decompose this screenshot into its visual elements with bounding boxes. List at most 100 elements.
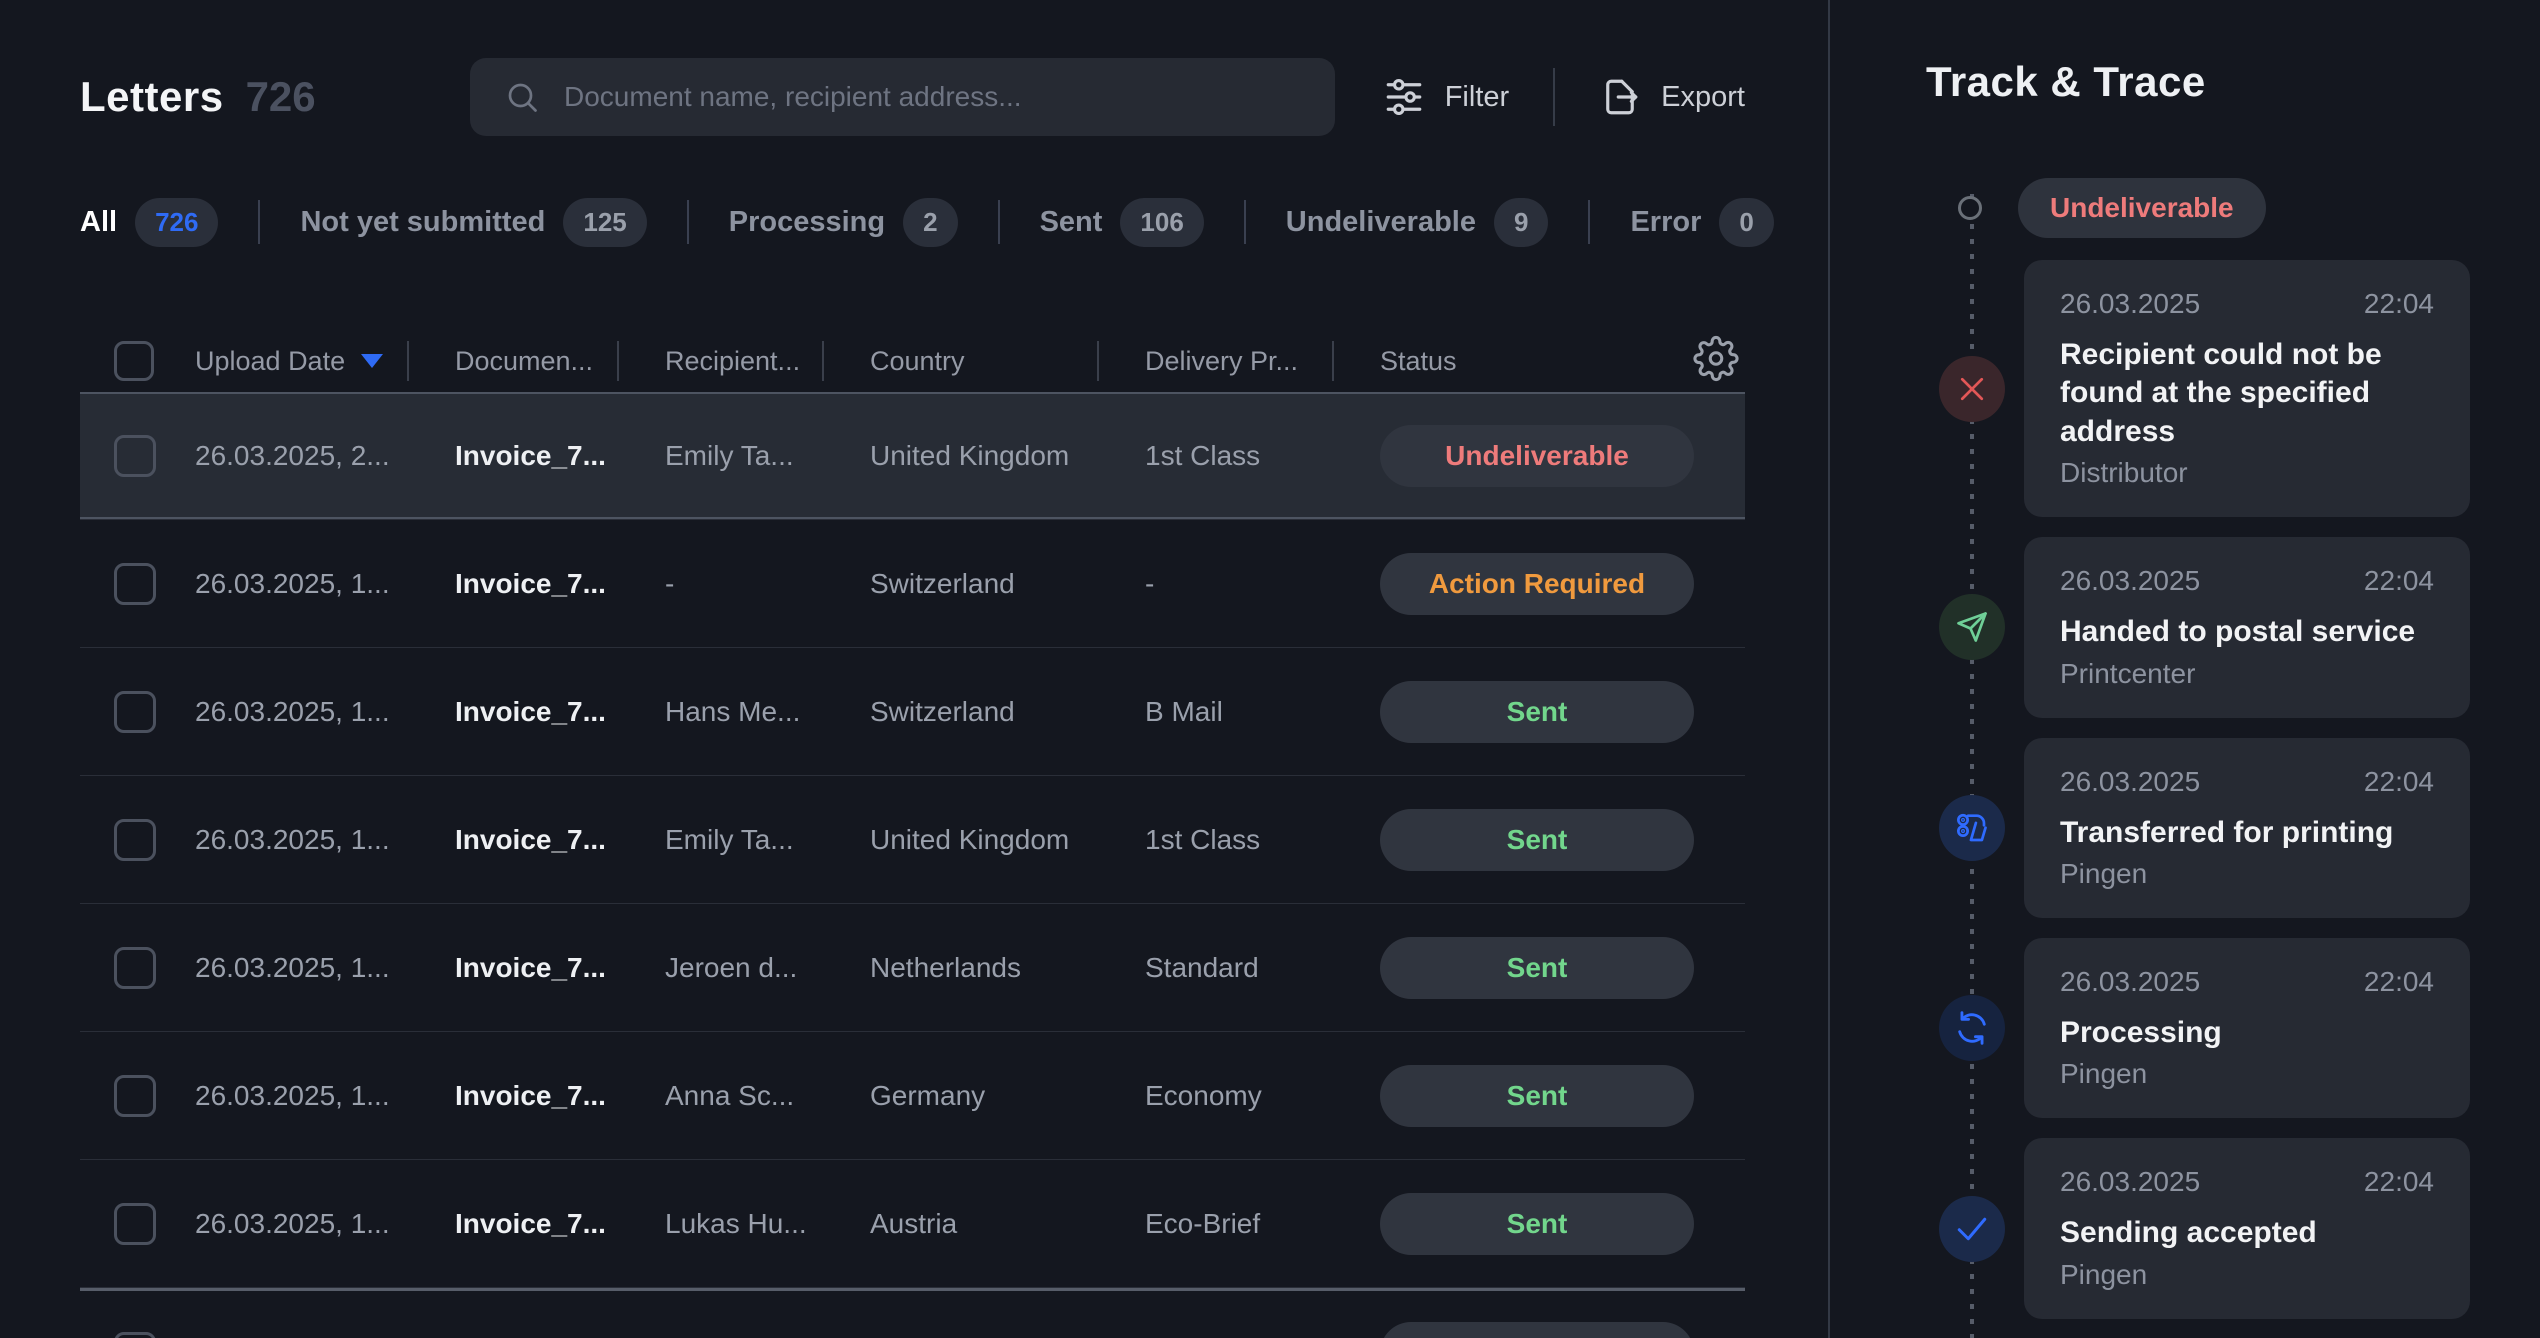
table-row[interactable] <box>80 1288 1745 1338</box>
column-header-documen[interactable]: Documen... <box>455 346 665 377</box>
row-checkbox-cell <box>80 1332 195 1338</box>
table-row[interactable]: 26.03.2025, 1...Invoice_7...-Switzerland… <box>80 520 1745 648</box>
tab-count-badge: 0 <box>1719 198 1773 247</box>
event-date-row: 26.03.202522:04 <box>2060 966 2434 998</box>
cell-delivery-product: - <box>1145 568 1380 600</box>
event-date: 26.03.2025 <box>2060 1166 2200 1198</box>
timeline-event: 26.03.202522:04ProcessingPingen <box>1926 938 2470 1118</box>
cell-status: Sent <box>1380 681 1745 743</box>
event-title: Processing <box>2060 1014 2434 1052</box>
tab-count-badge: 106 <box>1120 198 1203 247</box>
row-checkbox[interactable] <box>114 1203 156 1245</box>
column-header-upload-date[interactable]: Upload Date <box>195 346 455 377</box>
row-checkbox-cell <box>80 563 195 605</box>
column-header-delivery-pr[interactable]: Delivery Pr... <box>1145 346 1380 377</box>
timeline-event: 26.03.202522:04Sending acceptedPingen <box>1926 1138 2470 1318</box>
table-body: 26.03.2025, 2...Invoice_7...Emily Ta...U… <box>80 392 1745 1338</box>
tab-not-yet-submitted[interactable]: Not yet submitted125 <box>300 198 646 247</box>
row-checkbox-cell <box>80 1075 195 1117</box>
column-header-country[interactable]: Country <box>870 346 1145 377</box>
cell-delivery-product: Economy <box>1145 1080 1380 1112</box>
table-settings-button[interactable] <box>1693 336 1739 387</box>
table-row[interactable]: 26.03.2025, 1...Invoice_7...Emily Ta...U… <box>80 776 1745 904</box>
row-checkbox[interactable] <box>114 563 156 605</box>
status-badge: Sent <box>1380 937 1694 999</box>
cell-recipient: Lukas Hu... <box>665 1208 870 1240</box>
sync-icon <box>1939 995 2005 1061</box>
tab-all[interactable]: All 726 <box>80 198 218 247</box>
paper-plane-icon <box>1939 594 2005 660</box>
cell-document: Invoice_7... <box>455 568 665 600</box>
timeline-events: 26.03.202522:04Recipient could not be fo… <box>1926 260 2470 1338</box>
cell-country: United Kingdom <box>870 824 1145 856</box>
table-row[interactable]: 26.03.2025, 1...Invoice_7...Lukas Hu...A… <box>80 1160 1745 1288</box>
event-time: 22:04 <box>2364 565 2434 597</box>
cell-delivery-product: 1st Class <box>1145 440 1380 472</box>
cell-document: Invoice_7... <box>455 440 665 472</box>
row-checkbox[interactable] <box>114 947 156 989</box>
event-source: Distributor <box>2060 457 2434 489</box>
event-source: Pingen <box>2060 1259 2434 1291</box>
row-checkbox-cell <box>80 819 195 861</box>
event-title: Handed to postal service <box>2060 613 2434 651</box>
tracking-status-badge: Undeliverable <box>2018 178 2266 238</box>
export-button-label: Export <box>1661 81 1745 114</box>
filter-button-label: Filter <box>1445 81 1509 114</box>
timeline-event: 26.03.202522:04Transferred for printingP… <box>1926 738 2470 918</box>
column-header-label: Documen... <box>455 346 593 377</box>
tab-separator <box>687 200 689 244</box>
page-title-wrap: Letters 726 <box>80 73 470 121</box>
tab-sent[interactable]: Sent 106 <box>1040 198 1204 247</box>
page-title-count: 726 <box>246 73 316 121</box>
column-header-recipient[interactable]: Recipient... <box>665 346 870 377</box>
row-checkbox[interactable] <box>114 435 156 477</box>
cell-upload-date: 26.03.2025, 1... <box>195 952 455 984</box>
sort-descending-icon <box>361 354 383 368</box>
table-row[interactable]: 26.03.2025, 1...Invoice_7...Anna Sc...Ge… <box>80 1032 1745 1160</box>
table-row[interactable]: 26.03.2025, 1...Invoice_7...Jeroen d...N… <box>80 904 1745 1032</box>
search-bar[interactable] <box>470 58 1335 136</box>
timeline-event: 26.03.202522:04Handed to postal serviceP… <box>1926 537 2470 717</box>
tab-label: Sent <box>1040 206 1103 239</box>
tab-separator <box>1588 200 1590 244</box>
event-date-row: 26.03.202522:04 <box>2060 766 2434 798</box>
tab-label: Processing <box>729 206 885 239</box>
row-checkbox[interactable] <box>114 1332 156 1338</box>
filter-button[interactable]: Filter <box>1383 76 1509 118</box>
cell-status <box>1380 1322 1745 1338</box>
status-badge <box>1380 1322 1694 1338</box>
table-row[interactable]: 26.03.2025, 2...Invoice_7...Emily Ta...U… <box>80 392 1745 520</box>
table-row[interactable]: 26.03.2025, 1...Invoice_7...Hans Me...Sw… <box>80 648 1745 776</box>
cell-recipient: Jeroen d... <box>665 952 870 984</box>
cell-document: Invoice_7... <box>455 696 665 728</box>
cell-delivery-product: B Mail <box>1145 696 1380 728</box>
tab-undeliverable[interactable]: Undeliverable9 <box>1286 198 1549 247</box>
event-date-row: 26.03.2025 22:04 <box>2060 1166 2434 1198</box>
row-checkbox[interactable] <box>114 819 156 861</box>
row-checkbox-cell <box>80 947 195 989</box>
status-tabs: All 726 Not yet submitted125 Processing2 Sen… <box>80 194 1828 250</box>
cell-status: Sent <box>1380 1065 1745 1127</box>
row-checkbox[interactable] <box>114 691 156 733</box>
sliders-icon <box>1383 76 1425 118</box>
tab-count-badge: 726 <box>135 198 218 247</box>
cell-document: Invoice_7... <box>455 824 665 856</box>
check-icon <box>1939 1196 2005 1262</box>
select-all-checkbox[interactable] <box>114 341 154 381</box>
export-button[interactable]: Export <box>1599 76 1745 118</box>
tab-label: All <box>80 206 117 239</box>
cell-status: Sent <box>1380 937 1745 999</box>
timeline-event-card: 26.03.202522:04Sending acceptedPingen <box>2024 1138 2470 1318</box>
row-checkbox-cell <box>80 691 195 733</box>
tab-error[interactable]: Error0 <box>1630 198 1773 247</box>
letters-table: Upload DateDocumen... Recipient...Country… <box>80 330 1745 1338</box>
event-source: Pingen <box>2060 858 2434 890</box>
event-source: Printcenter <box>2060 658 2434 690</box>
event-time: 22:04 <box>2364 1166 2434 1198</box>
row-checkbox[interactable] <box>114 1075 156 1117</box>
tab-processing[interactable]: Processing2 <box>729 198 958 247</box>
status-badge: Sent <box>1380 1193 1694 1255</box>
column-header-status[interactable]: Status <box>1380 346 1745 377</box>
magnifier-icon <box>504 79 540 115</box>
search-input[interactable] <box>564 81 1305 113</box>
